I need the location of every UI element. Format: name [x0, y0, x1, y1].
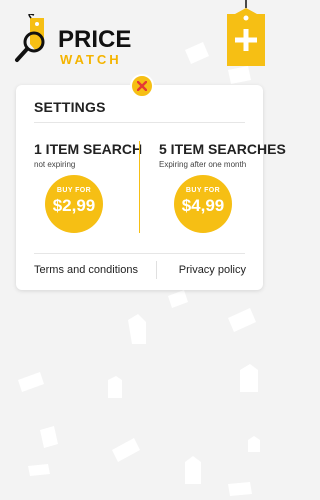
- divider: [34, 253, 245, 254]
- terms-link[interactable]: Terms and conditions: [34, 264, 138, 276]
- buy-price: $4,99: [181, 196, 225, 215]
- buy-price: $2,99: [52, 196, 96, 215]
- app-header: PRICE WATCH: [0, 0, 281, 70]
- settings-card: SETTINGS 1 ITEM SEARCH not expiring 5 IT…: [16, 85, 286, 290]
- plan-five-items: 5 ITEM SEARCHES Expiring after one month: [159, 141, 286, 169]
- privacy-link[interactable]: Privacy policy: [179, 264, 246, 276]
- plan-title: 1 ITEM SEARCH: [34, 141, 143, 157]
- app-logo: PRICE WATCH: [14, 14, 131, 67]
- plan-subtitle: Expiring after one month: [159, 160, 247, 169]
- buy-button-five-items[interactable]: BUY FOR $4,99: [174, 175, 232, 233]
- buy-label: BUY FOR: [56, 187, 92, 194]
- plan-one-item: 1 ITEM SEARCH not expiring: [34, 141, 146, 169]
- divider: [34, 122, 245, 123]
- plan-divider: [139, 141, 140, 233]
- close-button[interactable]: [130, 74, 154, 98]
- plus-tag-icon[interactable]: [225, 0, 267, 70]
- plan-title: 5 ITEM SEARCHES: [159, 141, 286, 157]
- buy-button-one-item[interactable]: BUY FOR $2,99: [45, 175, 103, 233]
- buy-label: BUY FOR: [185, 187, 221, 194]
- settings-title: SETTINGS: [34, 99, 106, 115]
- search-tag-icon: [15, 14, 45, 62]
- close-icon: [137, 81, 147, 91]
- plan-subtitle: not expiring: [34, 160, 76, 169]
- brand-name-line2: WATCH: [60, 52, 122, 67]
- brand-name-line1: PRICE: [58, 26, 132, 53]
- footer-divider: [156, 261, 157, 279]
